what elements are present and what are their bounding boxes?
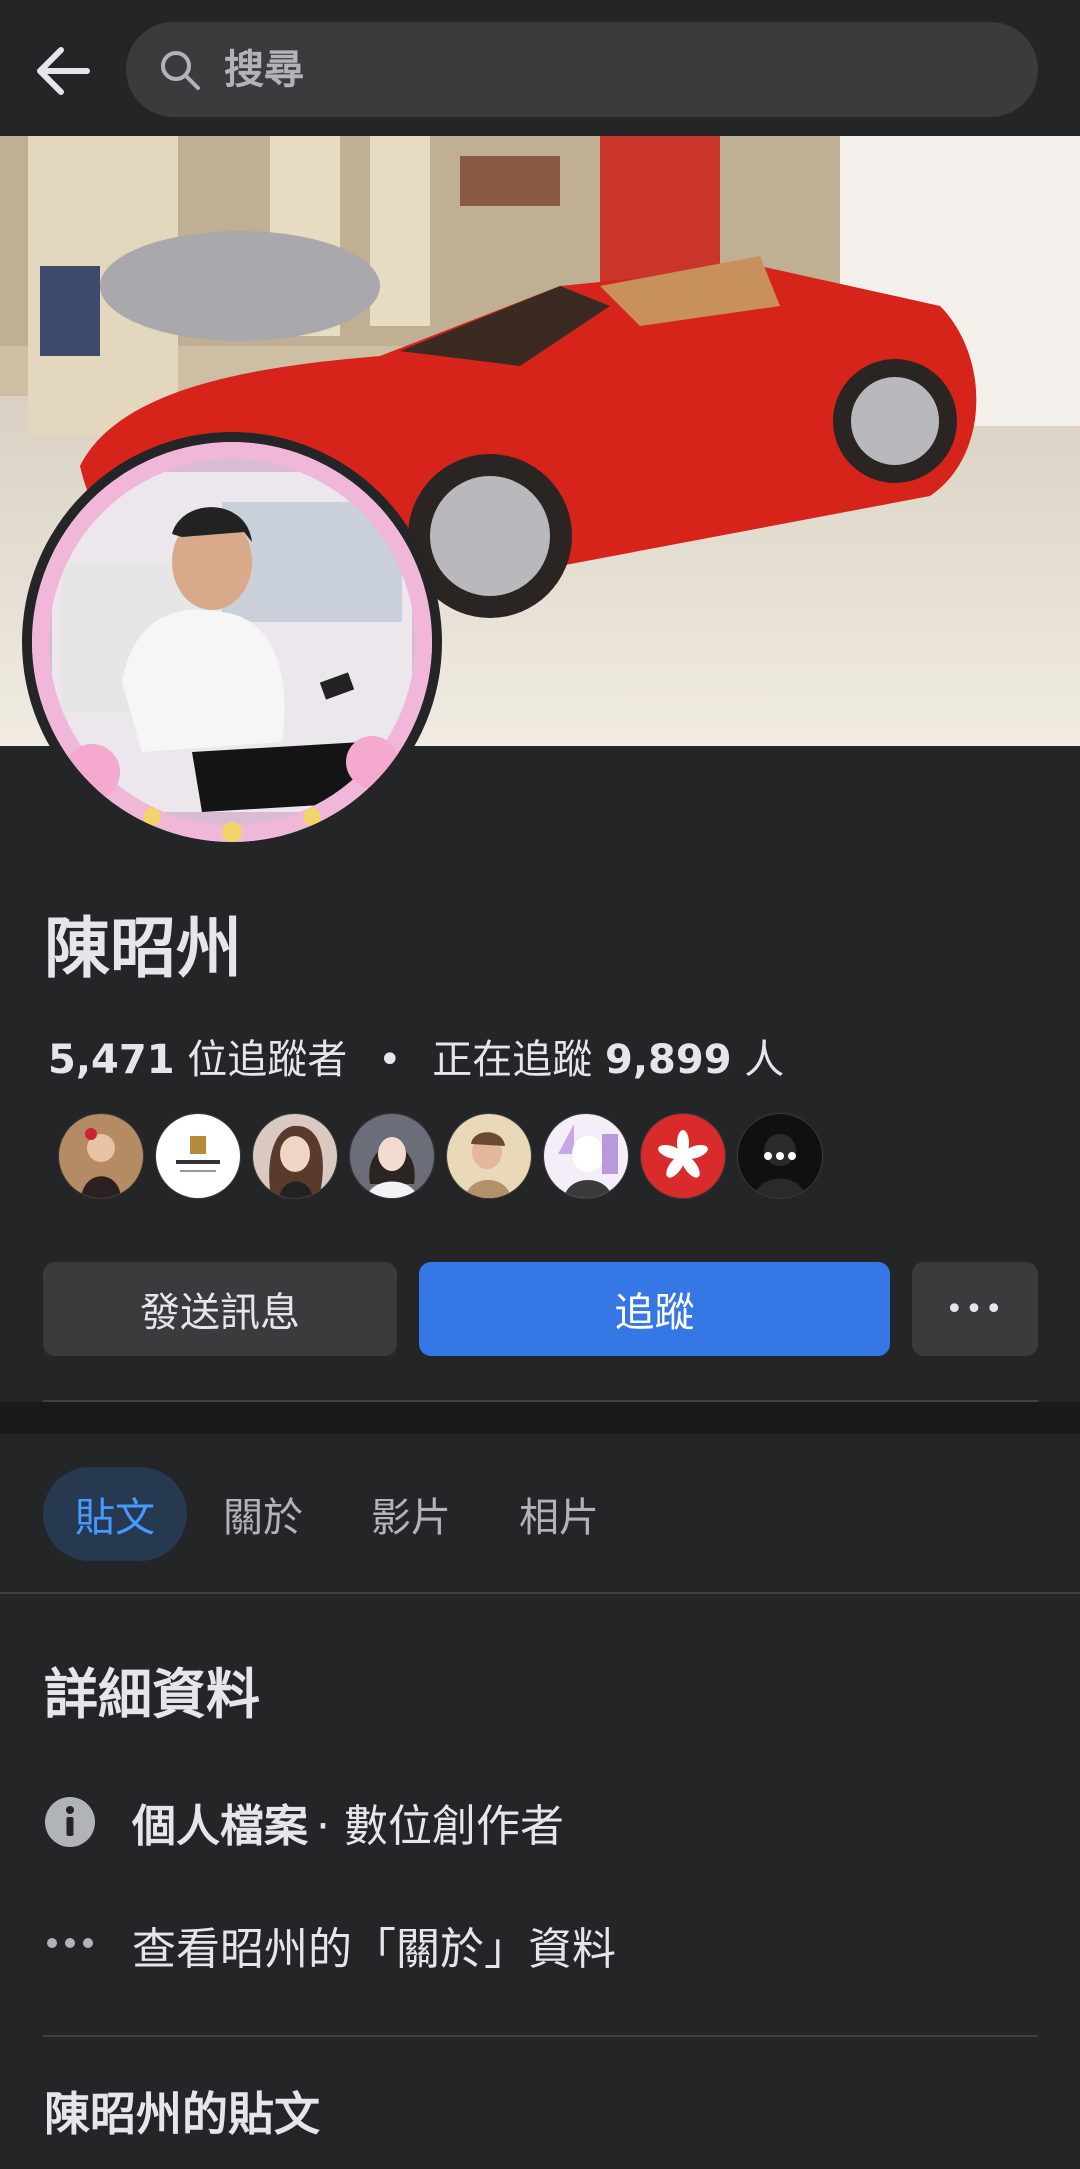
- follow-stats: 5,471 位追蹤者 • 正在追蹤 9,899 人: [48, 1027, 784, 1085]
- tab-videos[interactable]: 影片: [339, 1467, 483, 1561]
- profile-category: · 數位創作者: [316, 1801, 564, 1852]
- follower-avatar[interactable]: [155, 1113, 241, 1199]
- tab-about[interactable]: 關於: [191, 1467, 335, 1561]
- see-about-link[interactable]: 查看昭州的「關於」資料: [132, 1913, 616, 1977]
- search-bar[interactable]: [126, 22, 1038, 117]
- profile-category-row: 個人檔案 · 數位創作者: [44, 1790, 564, 1854]
- follow-button[interactable]: 追蹤: [419, 1262, 890, 1356]
- more-options-button[interactable]: •••: [912, 1262, 1038, 1356]
- back-arrow-icon[interactable]: [30, 38, 96, 104]
- followers-label[interactable]: 位追蹤者: [187, 1037, 347, 1083]
- details-title: 詳細資料: [44, 1663, 260, 1726]
- top-bar: [0, 0, 1080, 136]
- follower-avatar[interactable]: [349, 1113, 435, 1199]
- section-separator: [0, 1402, 1080, 1434]
- following-label[interactable]: 正在追蹤: [432, 1037, 592, 1083]
- follower-avatar[interactable]: [252, 1113, 338, 1199]
- avatar[interactable]: [32, 442, 432, 842]
- follower-avatar[interactable]: [640, 1113, 726, 1199]
- follower-avatar[interactable]: [543, 1113, 629, 1199]
- send-message-button[interactable]: 發送訊息: [43, 1262, 397, 1356]
- more-dots-icon: [44, 1919, 96, 1971]
- follower-avatars: [58, 1113, 834, 1199]
- more-followers-avatar[interactable]: [737, 1113, 823, 1199]
- info-icon: [44, 1796, 96, 1848]
- profile-type: 個人檔案: [132, 1801, 308, 1852]
- tab-photos[interactable]: 相片: [487, 1467, 631, 1561]
- divider: [43, 2035, 1038, 2037]
- more-dots-icon: •••: [945, 1291, 1005, 1327]
- profile-name: 陳昭州: [44, 910, 242, 987]
- search-input[interactable]: [222, 45, 926, 94]
- followers-count[interactable]: 5,471: [48, 1037, 175, 1083]
- profile-tabs: 貼文 關於 影片 相片: [43, 1467, 635, 1561]
- separator-dot: •: [377, 1037, 402, 1083]
- posts-section-title: 陳昭州的貼文: [44, 2087, 320, 2141]
- follower-avatar[interactable]: [58, 1113, 144, 1199]
- following-count[interactable]: 9,899: [605, 1037, 732, 1083]
- following-unit: 人: [744, 1037, 785, 1083]
- profile-avatar-frame: [22, 432, 442, 852]
- divider: [0, 1592, 1080, 1594]
- search-icon: [156, 46, 204, 94]
- see-about-row[interactable]: 查看昭州的「關於」資料: [44, 1913, 616, 1977]
- tab-posts[interactable]: 貼文: [43, 1467, 187, 1561]
- follower-avatar[interactable]: [446, 1113, 532, 1199]
